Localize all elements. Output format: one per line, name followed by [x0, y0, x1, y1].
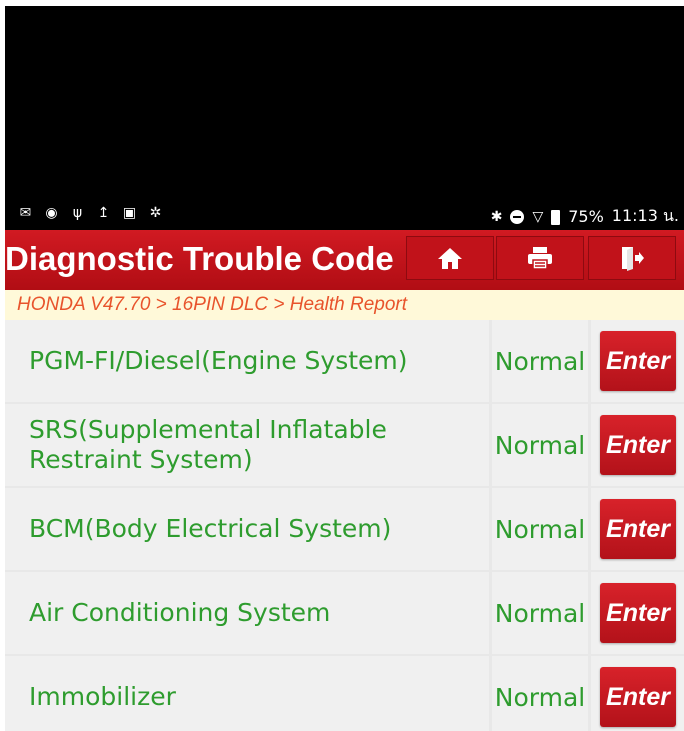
list-item: Air Conditioning System Normal Enter — [5, 572, 684, 656]
status-bar: ✉ ◉ ψ ↥ ▣ ✲ ✱ ▽ 75% 11:13 น. — [5, 200, 684, 230]
system-name: PGM-FI/Diesel(Engine System) — [5, 320, 489, 402]
battery-icon — [551, 210, 561, 225]
app-header: Diagnostic Trouble Code — [5, 230, 684, 290]
action-cell: Enter — [591, 404, 684, 486]
system-status: Normal — [492, 656, 588, 731]
page-title: Diagnostic Trouble Code — [5, 240, 394, 277]
list-item: Immobilizer Normal Enter — [5, 656, 684, 731]
exit-button[interactable] — [588, 236, 676, 280]
blank-area — [5, 6, 684, 200]
system-name: SRS(Supplemental Inflatable Restraint Sy… — [5, 404, 489, 486]
list-item: BCM(Body Electrical System) Normal Enter — [5, 488, 684, 572]
action-cell: Enter — [591, 656, 684, 731]
wifi-icon: ▽ — [532, 208, 544, 225]
system-status: Normal — [492, 488, 588, 570]
print-icon — [528, 247, 552, 270]
print-button[interactable] — [496, 236, 584, 280]
action-cell: Enter — [591, 572, 684, 654]
do-not-disturb-icon — [510, 209, 525, 224]
list-item: PGM-FI/Diesel(Engine System) Normal Ente… — [5, 320, 684, 404]
notification-icons: ✉ ◉ ψ ↥ ▣ ✲ — [17, 205, 164, 222]
system-status: Normal — [492, 572, 588, 654]
system-name: BCM(Body Electrical System) — [5, 488, 489, 570]
exit-icon — [622, 247, 644, 271]
upload-icon: ↥ — [97, 205, 110, 221]
enter-button[interactable]: Enter — [600, 499, 676, 559]
home-button[interactable] — [406, 236, 494, 280]
bluetooth-icon: ✱ — [490, 208, 503, 225]
system-status: Normal — [492, 320, 588, 402]
bluetooth-outline-icon: ✲ — [149, 205, 162, 221]
enter-button[interactable]: Enter — [600, 331, 676, 391]
enter-button[interactable]: Enter — [600, 667, 676, 727]
mail-icon: ✉ — [19, 205, 32, 221]
enter-button[interactable]: Enter — [600, 415, 676, 475]
list-item: SRS(Supplemental Inflatable Restraint Sy… — [5, 404, 684, 488]
image-icon: ▣ — [122, 205, 137, 221]
system-icons: ✱ ▽ 75% 11:13 น. — [491, 204, 679, 229]
home-icon — [438, 248, 462, 269]
clock: 11:13 น. — [611, 206, 679, 225]
system-status: Normal — [492, 404, 588, 486]
system-name: Air Conditioning System — [5, 572, 489, 654]
action-cell: Enter — [591, 488, 684, 570]
battery-percent: 75% — [568, 207, 604, 226]
system-name: Immobilizer — [5, 656, 489, 731]
usb-icon: ψ — [72, 205, 83, 221]
device-screen: ✉ ◉ ψ ↥ ▣ ✲ ✱ ▽ 75% 11:13 น. Diagnostic … — [5, 6, 684, 731]
system-list: PGM-FI/Diesel(Engine System) Normal Ente… — [5, 320, 684, 731]
chat-icon: ◉ — [45, 205, 58, 221]
enter-button[interactable]: Enter — [600, 583, 676, 643]
action-cell: Enter — [591, 320, 684, 402]
breadcrumb: HONDA V47.70 > 16PIN DLC > Health Report — [5, 290, 684, 320]
